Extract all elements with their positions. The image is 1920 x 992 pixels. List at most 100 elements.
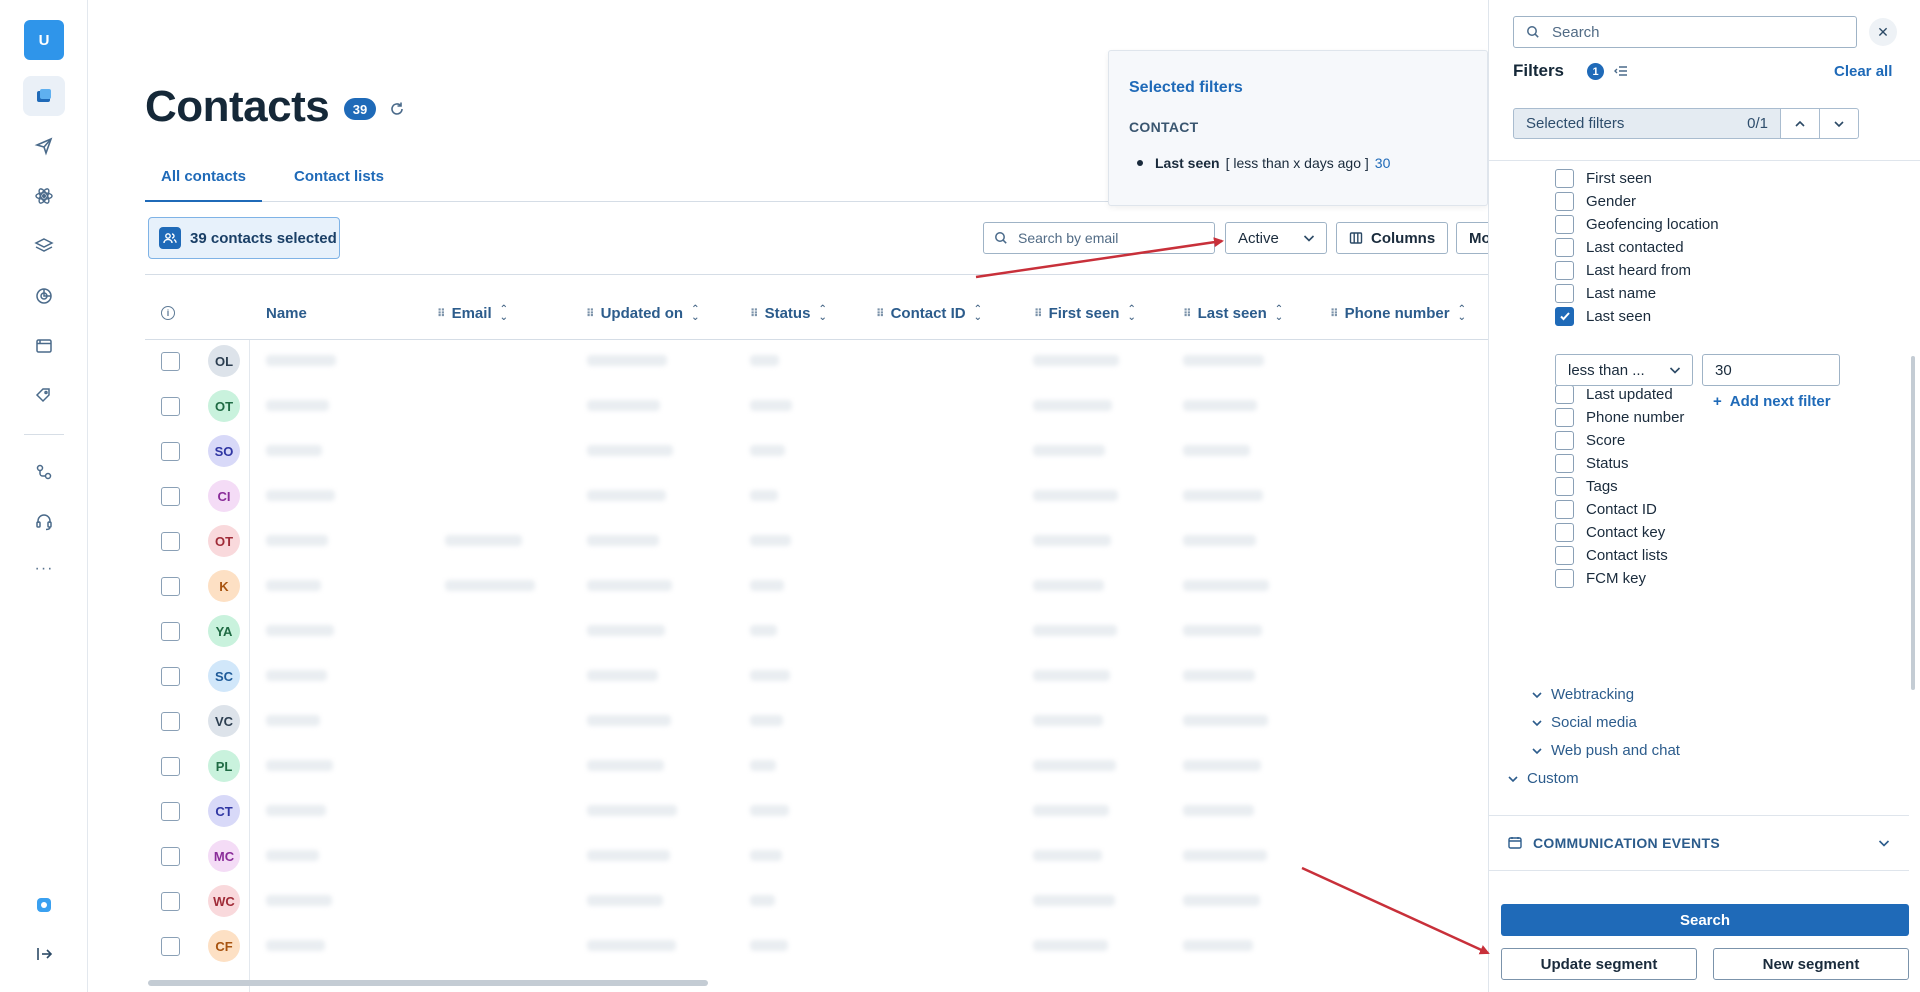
table-row[interactable]: OL (145, 338, 1488, 383)
column-header-status[interactable]: ⠿ Status ⌃ ⌄ (750, 304, 827, 322)
filter-field-item[interactable]: Tags (1555, 475, 1618, 497)
row-checkbox[interactable] (161, 487, 180, 506)
drag-handle-icon[interactable]: ⠿ (1330, 307, 1338, 320)
tag-heart-icon[interactable] (23, 376, 65, 416)
checkbox[interactable] (1555, 430, 1574, 450)
column-header-first-seen[interactable]: ⠿ First seen ⌃ ⌄ (1034, 304, 1136, 322)
email-search-field[interactable] (983, 222, 1215, 254)
checkbox[interactable] (1555, 260, 1574, 280)
analytics-pie-icon[interactable] (23, 276, 65, 316)
sort-icon[interactable]: ⌃ ⌄ (691, 304, 699, 322)
automation-atom-icon[interactable] (23, 176, 65, 216)
table-row[interactable]: CI (145, 473, 1488, 518)
drag-handle-icon[interactable]: ⠿ (750, 307, 758, 320)
checkbox[interactable] (1555, 453, 1574, 473)
column-header-last-seen[interactable]: ⠿ Last seen ⌃ ⌄ (1183, 304, 1283, 322)
row-checkbox[interactable] (161, 847, 180, 866)
table-row[interactable]: K (145, 563, 1488, 608)
checkbox[interactable] (1555, 476, 1574, 496)
row-checkbox[interactable] (161, 667, 180, 686)
row-checkbox[interactable] (161, 532, 180, 551)
row-checkbox[interactable] (161, 352, 180, 371)
checkbox[interactable] (1555, 568, 1574, 588)
checkbox[interactable] (1555, 545, 1574, 565)
add-next-filter-link[interactable]: + Add next filter (1713, 393, 1831, 410)
checkbox[interactable] (1555, 407, 1574, 427)
info-icon[interactable]: i (161, 306, 175, 320)
panel-vertical-scrollbar[interactable] (1911, 356, 1915, 690)
checkbox[interactable] (1555, 191, 1574, 211)
sort-icon[interactable]: ⌃ ⌄ (500, 304, 508, 322)
days-value-input[interactable]: 30 (1702, 354, 1840, 386)
refresh-icon[interactable] (388, 100, 406, 118)
filter-field-item[interactable]: First seen (1555, 167, 1652, 189)
table-row[interactable]: SC (145, 653, 1488, 698)
column-header-contact-id[interactable]: ⠿ Contact ID ⌃ ⌄ (876, 304, 982, 322)
checkbox[interactable] (1555, 237, 1574, 257)
tab-all-contacts[interactable]: All contacts (145, 168, 263, 202)
table-row[interactable]: WC (145, 878, 1488, 923)
filter-field-item[interactable]: Last seen (1555, 305, 1651, 327)
drag-handle-icon[interactable]: ⠿ (876, 307, 884, 320)
integrations-icon[interactable] (23, 452, 65, 492)
filter-field-item[interactable]: Geofencing location (1555, 213, 1719, 235)
row-checkbox[interactable] (161, 712, 180, 731)
sort-icon[interactable]: ⌃ ⌄ (1458, 304, 1466, 322)
more-menu-icon[interactable]: ··· (24, 560, 64, 578)
next-filter-button[interactable] (1819, 108, 1859, 139)
clear-all-link[interactable]: Clear all (1834, 63, 1892, 80)
drag-handle-icon[interactable]: ⠿ (437, 307, 445, 320)
group-web-push-chat[interactable]: Web push and chat (1531, 742, 1680, 759)
sort-icon[interactable]: ⌃ ⌄ (1127, 304, 1135, 322)
column-header-email[interactable]: ⠿ Email ⌃ ⌄ (437, 304, 508, 322)
checkbox[interactable] (1555, 214, 1574, 234)
status-filter-select[interactable]: Active (1225, 222, 1327, 254)
support-headset-icon[interactable] (23, 502, 65, 542)
row-checkbox[interactable] (161, 622, 180, 641)
table-row[interactable]: OT (145, 383, 1488, 428)
filter-field-item[interactable]: Last updated (1555, 383, 1673, 405)
table-row[interactable]: OT (145, 518, 1488, 563)
row-checkbox[interactable] (161, 937, 180, 956)
drag-handle-icon[interactable]: ⠿ (1183, 307, 1191, 320)
checkbox[interactable] (1555, 522, 1574, 542)
tab-contact-lists[interactable]: Contact lists (278, 168, 400, 202)
logout-icon[interactable] (23, 934, 65, 974)
sort-icon[interactable]: ⌃ ⌄ (1275, 304, 1283, 322)
row-checkbox[interactable] (161, 442, 180, 461)
checkbox[interactable] (1555, 384, 1574, 404)
filter-field-item[interactable]: Contact ID (1555, 498, 1657, 520)
update-segment-button[interactable]: Update segment (1501, 948, 1697, 980)
table-row[interactable]: VC (145, 698, 1488, 743)
filter-field-item[interactable]: Last name (1555, 282, 1656, 304)
close-icon[interactable]: ✕ (1869, 18, 1897, 46)
filter-field-item[interactable]: Contact lists (1555, 544, 1668, 566)
row-checkbox[interactable] (161, 757, 180, 776)
contacts-nav-icon[interactable] (23, 76, 65, 116)
table-row[interactable]: YA (145, 608, 1488, 653)
table-row[interactable]: MC (145, 833, 1488, 878)
row-checkbox[interactable] (161, 892, 180, 911)
email-search-input[interactable] (1018, 230, 1198, 246)
drag-handle-icon[interactable]: ⠿ (1034, 307, 1042, 320)
filter-field-item[interactable]: FCM key (1555, 567, 1646, 589)
filter-field-item[interactable]: Last heard from (1555, 259, 1691, 281)
previous-filter-button[interactable] (1780, 108, 1820, 139)
new-segment-button[interactable]: New segment (1713, 948, 1909, 980)
group-custom[interactable]: Custom (1507, 770, 1579, 787)
table-row[interactable]: SO (145, 428, 1488, 473)
horizontal-scrollbar[interactable] (148, 980, 708, 986)
browser-window-icon[interactable] (23, 326, 65, 366)
drag-handle-icon[interactable]: ⠿ (586, 307, 594, 320)
filter-field-item[interactable]: Contact key (1555, 521, 1665, 543)
selected-filters-navigator[interactable]: Selected filters 0/1 (1513, 108, 1781, 139)
column-header-name[interactable]: Name (266, 305, 307, 322)
row-checkbox[interactable] (161, 577, 180, 596)
filter-field-item[interactable]: Status (1555, 452, 1629, 474)
checkbox[interactable] (1555, 168, 1574, 188)
selected-contacts-button[interactable]: 39 contacts selected (148, 217, 340, 259)
operator-select[interactable]: less than ... (1555, 354, 1693, 386)
columns-button[interactable]: Columns (1336, 222, 1448, 254)
group-webtracking[interactable]: Webtracking (1531, 686, 1634, 703)
checkbox-checked[interactable] (1555, 306, 1574, 326)
